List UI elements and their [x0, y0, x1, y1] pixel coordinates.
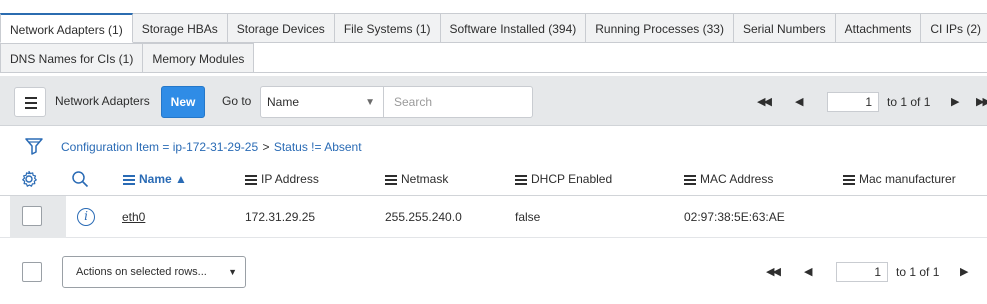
next-page-icon[interactable]: ▶ [960, 256, 969, 288]
sort-ascending-icon: ▲ [175, 172, 187, 186]
cell-mac: 02:97:38:5E:63:AE [684, 210, 785, 224]
cell-netmask: 255.255.240.0 [385, 210, 462, 224]
breadcrumb-condition-status[interactable]: Status != Absent [274, 140, 362, 154]
column-menu-icon[interactable] [684, 173, 696, 187]
prev-page-icon[interactable]: ◀ [804, 256, 813, 288]
tab-storage-devices[interactable]: Storage Devices [227, 13, 335, 43]
tabs-divider [0, 72, 987, 73]
column-header-netmask[interactable]: Netmask [385, 164, 448, 196]
tab-software-installed[interactable]: Software Installed (394) [440, 13, 587, 43]
caret-down-icon: ▼ [365, 97, 375, 108]
column-menu-icon[interactable] [245, 173, 257, 187]
tab-ci-ips[interactable]: CI IPs (2) [921, 13, 987, 43]
actions-select-value: Actions on selected rows... [76, 266, 207, 278]
breadcrumb-condition-ci[interactable]: Configuration Item = ip-172-31-29-25 [61, 140, 258, 154]
list-toolbar: Network Adapters New Go to Name ▼ Search… [0, 76, 987, 126]
column-label-netmask: Netmask [401, 172, 449, 186]
tab-file-systems[interactable]: File Systems (1) [334, 13, 441, 43]
column-header-manufacturer[interactable]: Mac manufacturer [843, 164, 956, 196]
tab-row-1: Network Adapters (1) Storage HBAs Storag… [0, 13, 987, 43]
new-button[interactable]: New [161, 86, 205, 118]
breadcrumb: Configuration Item = ip-172-31-29-25 > S… [61, 140, 362, 154]
related-lists-tabs: Network Adapters (1) Storage HBAs Storag… [0, 0, 987, 74]
list-menu-button[interactable] [14, 87, 46, 117]
cell-dhcp: false [515, 210, 541, 224]
column-header-ip[interactable]: IP Address [245, 164, 319, 196]
row-checkbox[interactable] [22, 206, 42, 226]
caret-down-icon: ▼ [228, 267, 237, 277]
tab-running-processes[interactable]: Running Processes (33) [586, 13, 734, 43]
tab-dns-names[interactable]: DNS Names for CIs (1) [0, 43, 144, 73]
tab-memory-modules[interactable]: Memory Modules [143, 43, 255, 73]
page-range-text: to 1 of 1 [896, 265, 940, 279]
column-header-mac[interactable]: MAC Address [684, 164, 773, 196]
column-menu-icon[interactable] [515, 173, 527, 187]
hamburger-icon-line [25, 107, 37, 109]
prev-page-icon[interactable]: ◀ [795, 86, 804, 118]
column-label-ip: IP Address [261, 172, 319, 186]
filter-icon[interactable] [25, 137, 43, 155]
first-page-icon[interactable]: ◀◀ [766, 256, 781, 288]
tab-attachments[interactable]: Attachments [835, 13, 922, 43]
tab-serial-numbers[interactable]: Serial Numbers [733, 13, 836, 43]
table-header: Name ▲ IP Address Netmask DHCP Enabled M… [0, 164, 987, 196]
last-page-icon[interactable]: ▶▶ [976, 86, 987, 118]
page-number-input[interactable]: 1 [827, 92, 879, 112]
select-all-checkbox[interactable] [22, 262, 42, 282]
bottom-pager: ◀◀ ◀ 1 to 1 of 1 ▶ [766, 256, 987, 288]
search-input[interactable]: Search [383, 86, 533, 118]
column-label-manufacturer: Mac manufacturer [859, 172, 956, 186]
table-row: i eth0 172.31.29.25 255.255.240.0 false … [0, 196, 987, 238]
list-title: Network Adapters [55, 94, 150, 108]
column-header-name[interactable]: Name ▲ [123, 164, 187, 196]
tab-storage-hbas[interactable]: Storage HBAs [132, 13, 228, 43]
column-label-name: Name [139, 172, 172, 186]
first-page-icon[interactable]: ◀◀ [757, 86, 772, 118]
top-pager: ◀◀ ◀ 1 to 1 of 1 ▶ ▶▶ [757, 86, 987, 118]
page-number-input[interactable]: 1 [836, 262, 888, 282]
column-menu-icon[interactable] [843, 173, 855, 187]
info-icon[interactable]: i [77, 208, 95, 226]
goto-field-value: Name [267, 95, 300, 109]
column-header-dhcp[interactable]: DHCP Enabled [515, 164, 612, 196]
hamburger-icon-line [25, 102, 37, 104]
row-select-cell [10, 196, 66, 238]
cell-ip: 172.31.29.25 [245, 210, 316, 224]
column-menu-icon[interactable] [123, 173, 135, 187]
tab-network-adapters[interactable]: Network Adapters (1) [0, 13, 133, 43]
page-range-text: to 1 of 1 [887, 95, 931, 109]
column-menu-icon[interactable] [385, 173, 397, 187]
actions-select[interactable]: Actions on selected rows... ▼ [62, 256, 246, 288]
tab-row-2: DNS Names for CIs (1) Memory Modules [0, 43, 255, 73]
goto-field-select[interactable]: Name ▼ [260, 86, 384, 118]
goto-label: Go to [222, 94, 252, 108]
search-icon[interactable] [71, 170, 89, 188]
breadcrumb-separator: > [262, 140, 270, 154]
gear-icon[interactable] [20, 170, 38, 188]
column-label-dhcp: DHCP Enabled [531, 172, 613, 186]
hamburger-icon [25, 97, 37, 99]
column-label-mac: MAC Address [700, 172, 774, 186]
next-page-icon[interactable]: ▶ [951, 86, 960, 118]
cell-name-link[interactable]: eth0 [122, 210, 145, 224]
